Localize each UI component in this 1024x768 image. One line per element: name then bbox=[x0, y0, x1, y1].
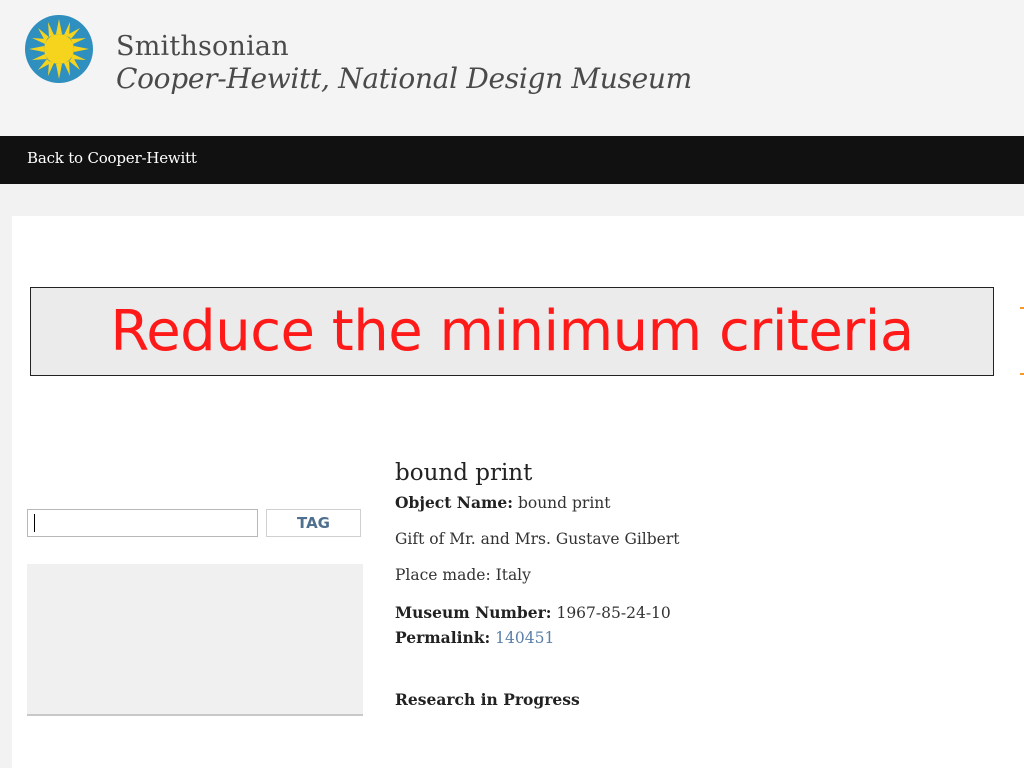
permalink-link[interactable]: 140451 bbox=[495, 629, 554, 647]
tag-input[interactable] bbox=[27, 509, 258, 537]
object-name-value: bound print bbox=[517, 494, 611, 512]
museum-number-value: 1967-85-24-10 bbox=[556, 604, 671, 622]
object-name-label: Object Name: bbox=[395, 493, 513, 512]
sun-logo-icon[interactable] bbox=[24, 14, 94, 84]
slide-caption-text: Reduce the minimum criteria bbox=[110, 299, 914, 364]
edge-marker bbox=[1020, 373, 1024, 375]
object-title: bound print bbox=[395, 460, 533, 486]
permalink-label: Permalink: bbox=[395, 628, 491, 647]
research-status-text: Research in Progress bbox=[395, 690, 580, 709]
back-to-cooper-hewitt-link[interactable]: Back to Cooper-Hewitt bbox=[27, 149, 197, 167]
slide-caption-box: Reduce the minimum criteria bbox=[30, 287, 994, 376]
permalink-row: Permalink: 140451 bbox=[395, 628, 554, 647]
museum-number-label: Museum Number: bbox=[395, 603, 552, 622]
object-name-row: Object Name: bound print bbox=[395, 493, 611, 512]
text-caret bbox=[34, 514, 35, 532]
credit-line: Gift of Mr. and Mrs. Gustave Gilbert bbox=[395, 530, 680, 548]
museum-number-row: Museum Number: 1967-85-24-10 bbox=[395, 603, 671, 622]
place-made: Place made: Italy bbox=[395, 566, 531, 584]
brand-name: Smithsonian bbox=[116, 31, 289, 62]
tag-button[interactable]: TAG bbox=[266, 509, 361, 537]
object-image-placeholder bbox=[27, 564, 363, 716]
museum-name: Cooper-Hewitt, National Design Museum bbox=[116, 62, 692, 95]
research-status: Research in Progress bbox=[395, 690, 580, 709]
edge-marker bbox=[1020, 307, 1024, 309]
